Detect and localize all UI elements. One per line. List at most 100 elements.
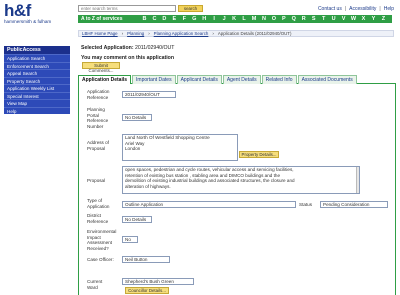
az-letter-k[interactable]: K <box>230 16 239 22</box>
selected-application: Selected Application: 2011/02940/OUT <box>81 45 174 51</box>
a-to-z-letters: BCDEFGHIJKLMNOPQRSTUVWXYZ <box>140 16 392 22</box>
site-header: h&f hammersmith & fulham enter search te… <box>0 0 400 27</box>
logo-subtext: hammersmith & fulham <box>4 19 52 24</box>
breadcrumb-home[interactable]: LBHF Home Page <box>82 31 118 36</box>
label-line: Application <box>87 89 110 94</box>
az-letter-f[interactable]: F <box>180 16 189 22</box>
breadcrumb-planning[interactable]: Planning <box>127 31 144 36</box>
label-line: Reference <box>87 94 109 100</box>
sidebar-item-weekly-list[interactable]: Application Weekly List <box>4 84 70 92</box>
az-letter-w[interactable]: W <box>349 16 358 22</box>
address-label: Address of Proposal <box>87 140 109 151</box>
accessibility-link[interactable]: Accessibility <box>349 6 376 12</box>
search-input[interactable]: enter search terms <box>78 5 176 12</box>
sidebar-item-application-search[interactable]: Application Search <box>4 54 70 62</box>
az-letter-u[interactable]: U <box>329 16 338 22</box>
breadcrumb-separator: › <box>148 31 150 36</box>
tab-associated-documents[interactable]: Associated Documents <box>297 75 357 84</box>
label-line: Number <box>87 123 104 129</box>
separator: | <box>379 6 381 12</box>
sidebar-item-appeal-search[interactable]: Appeal Search <box>4 69 70 77</box>
submit-comments-button[interactable]: Submit Comments... <box>82 62 120 73</box>
case-officer-label: Case Officer: <box>87 257 114 262</box>
help-link[interactable]: Help <box>384 6 394 12</box>
logo-text: h&f <box>4 1 31 20</box>
sidebar-title: PublicAccess <box>4 46 70 54</box>
label-line: Application <box>87 203 110 209</box>
az-letter-v[interactable]: V <box>339 16 348 22</box>
sidebar-item-property-search[interactable]: Property Search <box>4 76 70 84</box>
az-letter-m[interactable]: M <box>249 16 258 22</box>
label-line: Received? <box>87 245 109 251</box>
address-field: Land North Of Westfield Shopping Centre … <box>122 134 238 161</box>
tab-applicant-details[interactable]: Applicant Details <box>176 75 222 84</box>
site-search: enter search terms search <box>78 5 203 12</box>
az-letter-e[interactable]: E <box>170 16 179 22</box>
breadcrumb-separator: › <box>121 31 124 36</box>
proposal-line: alteration of highways. <box>125 183 171 189</box>
separator: | <box>344 6 347 12</box>
council-logo[interactable]: h&f hammersmith & fulham <box>4 2 51 25</box>
contact-us-link[interactable]: Contact us <box>318 6 342 12</box>
az-letter-b[interactable]: B <box>140 16 149 22</box>
az-letter-d[interactable]: D <box>160 16 169 22</box>
az-letter-z[interactable]: Z <box>379 16 388 22</box>
az-letter-y[interactable]: Y <box>369 16 378 22</box>
type-label: Type of Application <box>87 198 109 209</box>
az-letter-n[interactable]: N <box>259 16 268 22</box>
az-letter-s[interactable]: S <box>309 16 318 22</box>
breadcrumb-search[interactable]: Planning Application Search <box>154 31 209 36</box>
tab-important-dates[interactable]: Important Dates <box>132 75 176 84</box>
breadcrumb: LBHF Home Page › Planning › Planning App… <box>78 30 394 37</box>
proposal-scrollbar[interactable] <box>356 167 359 193</box>
councillor-details-button[interactable]: Councillor Details... <box>125 287 169 294</box>
status-field: Pending Consideration <box>320 201 388 208</box>
az-letter-i[interactable]: I <box>210 16 219 22</box>
top-links: Contact us | Accessibility | Help <box>318 6 394 12</box>
az-letter-q[interactable]: Q <box>289 16 298 22</box>
label-line: Reference <box>87 218 109 224</box>
tab-related-info[interactable]: Related Info <box>261 75 297 84</box>
label-line: Portal <box>87 112 100 118</box>
app-ref-label: Application Reference <box>87 89 109 100</box>
label-line: Current <box>87 279 103 284</box>
sidebar-item-enforcement-search[interactable]: Enforcement Search <box>4 61 70 69</box>
label-line: Impact <box>87 234 101 240</box>
az-letter-h[interactable]: H <box>200 16 209 22</box>
sidebar: PublicAccess Application Search Enforcem… <box>4 46 70 114</box>
sidebar-item-special-interest[interactable]: Special Interest <box>4 91 70 99</box>
label-line: Environmental <box>87 229 117 234</box>
az-letter-r[interactable]: R <box>299 16 308 22</box>
label-line: Reference <box>87 118 109 124</box>
sidebar-item-help[interactable]: Help <box>4 106 70 114</box>
selected-application-label: Selected Application: <box>81 45 134 51</box>
a-to-z-bar: A to Z of services BCDEFGHIJKLMNOPQRSTUV… <box>78 15 392 23</box>
address-line: London <box>125 146 141 151</box>
proposal-field: open spaces, pedestrian and cycle routes… <box>122 166 360 194</box>
portal-ref-label: Planning Portal Reference Number <box>87 107 108 129</box>
tab-application-details[interactable]: Application Details <box>78 75 132 84</box>
az-letter-g[interactable]: G <box>190 16 199 22</box>
status-label: Status <box>299 202 313 207</box>
tab-agent-details[interactable]: Agent Details <box>222 75 261 84</box>
az-letter-p[interactable]: P <box>279 16 288 22</box>
breadcrumb-current: Application Details (2011/02940/OUT) <box>217 31 292 36</box>
az-letter-j[interactable]: J <box>220 16 229 22</box>
a-to-z-link[interactable]: A to Z of services <box>78 16 140 22</box>
breadcrumb-separator: › <box>212 31 214 36</box>
label-line: Proposal <box>87 145 106 151</box>
label-line: Ward <box>87 284 98 290</box>
az-letter-x[interactable]: X <box>359 16 368 22</box>
label-line: Address of <box>87 140 109 145</box>
portal-ref-field: No Details <box>122 114 152 121</box>
type-field: Outline Application <box>122 201 296 208</box>
az-letter-c[interactable]: C <box>150 16 159 22</box>
label-line: Type of <box>87 198 103 203</box>
search-button[interactable]: search <box>178 5 203 12</box>
property-details-button[interactable]: Property Details... <box>239 151 279 158</box>
ward-field: Shepherd's Bush Green <box>122 278 194 285</box>
sidebar-item-view-map[interactable]: View Map <box>4 99 70 107</box>
az-letter-o[interactable]: O <box>269 16 278 22</box>
az-letter-l[interactable]: L <box>240 16 249 22</box>
az-letter-t[interactable]: T <box>319 16 328 22</box>
